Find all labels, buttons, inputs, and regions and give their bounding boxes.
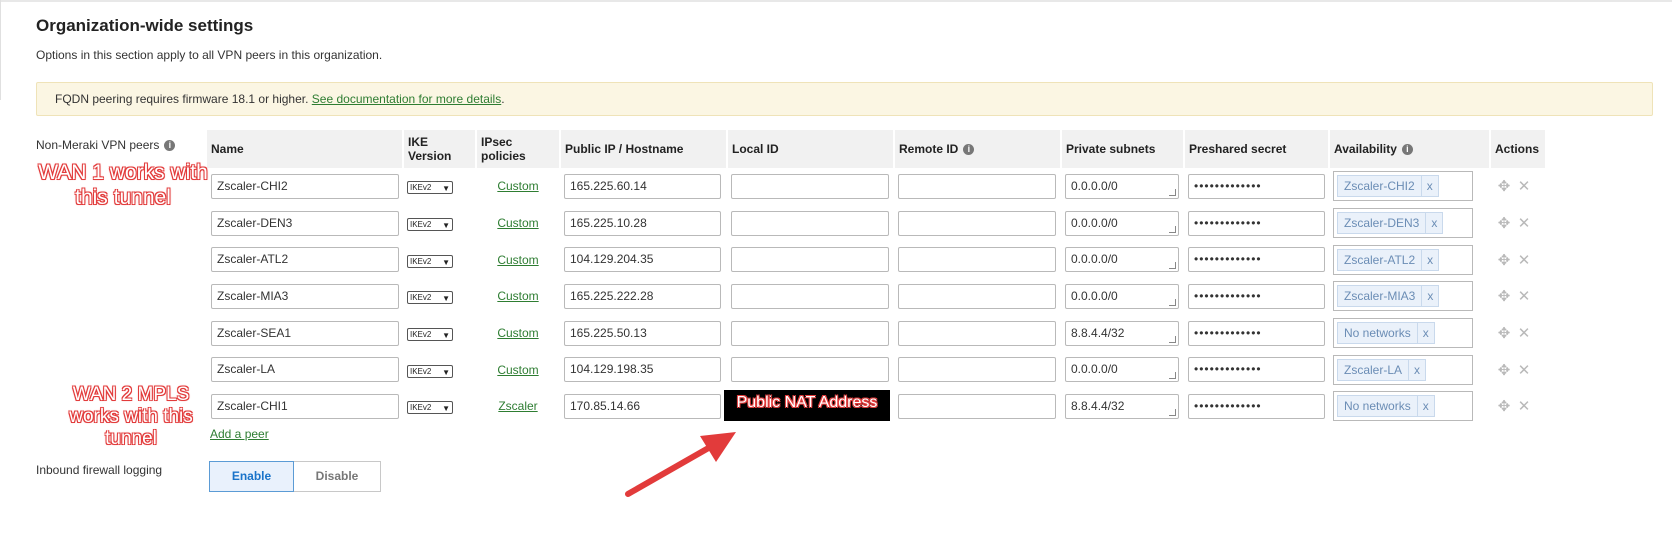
add-peer-link[interactable]: Add a peer — [210, 427, 269, 441]
disable-button[interactable]: Disable — [294, 461, 381, 492]
firewall-logging-toggle: Enable Disable — [209, 461, 381, 492]
annotation-arrow — [625, 432, 736, 497]
inbound-firewall-logging-label: Inbound firewall logging — [36, 463, 163, 477]
enable-button[interactable]: Enable — [209, 461, 294, 492]
